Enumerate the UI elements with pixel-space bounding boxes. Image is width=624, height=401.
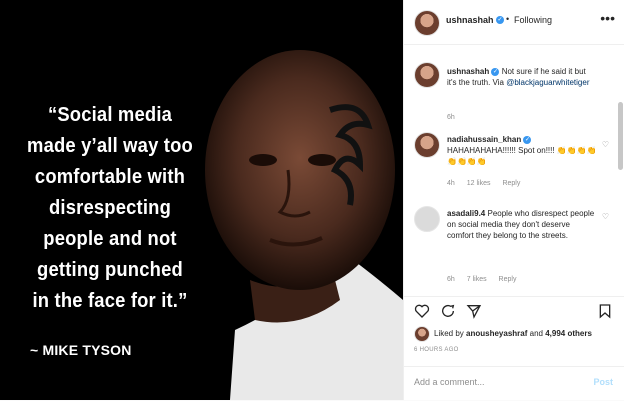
avatar[interactable] xyxy=(414,206,440,232)
comment-username[interactable]: asadali9.4 xyxy=(447,209,485,218)
heart-icon[interactable]: ♡ xyxy=(602,140,609,149)
likes-count[interactable]: 4,994 others xyxy=(545,329,592,338)
likes-and: and xyxy=(529,329,543,338)
post-side-panel: ushnashah ✓ • Following ••• ushnashah ✓ … xyxy=(403,0,624,400)
like-icon[interactable] xyxy=(414,303,430,319)
comment-username[interactable]: nadiahussain_khan xyxy=(447,135,521,144)
likes-text: Liked by anousheyashraf and 4,994 others xyxy=(434,329,624,338)
avatar[interactable] xyxy=(414,10,440,36)
post-button[interactable]: Post xyxy=(593,377,613,387)
comment-input[interactable]: Add a comment... xyxy=(414,377,574,387)
likes-prefix: Liked by xyxy=(434,329,464,338)
comment-time[interactable]: 6h xyxy=(447,276,455,283)
comment-likes[interactable]: 7 likes xyxy=(467,276,487,283)
avatar[interactable] xyxy=(414,326,430,342)
post-time[interactable]: 6 HOURS AGO xyxy=(414,347,459,353)
post-image[interactable]: “Social media made y’all way too comfort… xyxy=(0,0,403,400)
verified-icon: ✓ xyxy=(491,67,500,76)
caption-text: ushnashah ✓ Not sure if he said it but i… xyxy=(447,66,597,88)
reply-button[interactable]: Reply xyxy=(502,180,520,187)
comments-list[interactable]: ushnashah ✓ Not sure if he said it but i… xyxy=(404,44,624,296)
following-button[interactable]: Following xyxy=(514,15,552,25)
avatar[interactable] xyxy=(414,62,440,88)
mention-link[interactable]: @blackjaguarwhitetiger xyxy=(506,78,589,87)
verified-icon: ✓ xyxy=(496,16,504,24)
more-options-icon[interactable]: ••• xyxy=(600,10,615,26)
reply-button[interactable]: Reply xyxy=(499,276,517,283)
action-bar xyxy=(404,296,624,327)
separator-dot: • xyxy=(506,14,510,24)
quote-block: “Social media made y’all way too comfort… xyxy=(0,100,220,317)
liker-username[interactable]: anousheyashraf xyxy=(466,329,527,338)
comment-time[interactable]: 4h xyxy=(447,180,455,187)
heart-icon[interactable]: ♡ xyxy=(602,212,609,221)
comment-body: HAHAHAHAHA!!!!!! Spot on!!!! 👏👏👏👏👏👏👏👏 xyxy=(447,146,597,166)
comment-time[interactable]: 6h xyxy=(447,114,455,121)
comment-text: asadali9.4 People who disrespect people … xyxy=(447,208,597,241)
comment-meta: 6h xyxy=(447,114,465,121)
avatar[interactable] xyxy=(414,132,440,158)
add-comment-bar: Add a comment... Post xyxy=(404,366,624,401)
instagram-post: “Social media made y’all way too comfort… xyxy=(0,0,624,400)
comment-meta: 4h 12 likes Reply xyxy=(447,180,530,187)
share-icon[interactable] xyxy=(466,303,482,319)
quote-text: “Social media made y’all way too comfort… xyxy=(27,104,193,312)
quote-attribution: ~ MIKE TYSON xyxy=(30,342,132,358)
scrollbar[interactable] xyxy=(618,102,623,170)
comment-username[interactable]: ushnashah xyxy=(447,67,489,76)
bookmark-icon[interactable] xyxy=(597,303,613,319)
comment-icon[interactable] xyxy=(440,303,456,319)
verified-icon: ✓ xyxy=(523,135,532,144)
header-username[interactable]: ushnashah xyxy=(446,15,494,25)
comment-meta: 6h 7 likes Reply xyxy=(447,276,526,283)
post-header: ushnashah ✓ • Following ••• xyxy=(404,0,624,45)
comment-text: nadiahussain_khan ✓ HAHAHAHAHA!!!!!! Spo… xyxy=(447,134,597,167)
comment-likes[interactable]: 12 likes xyxy=(467,180,491,187)
